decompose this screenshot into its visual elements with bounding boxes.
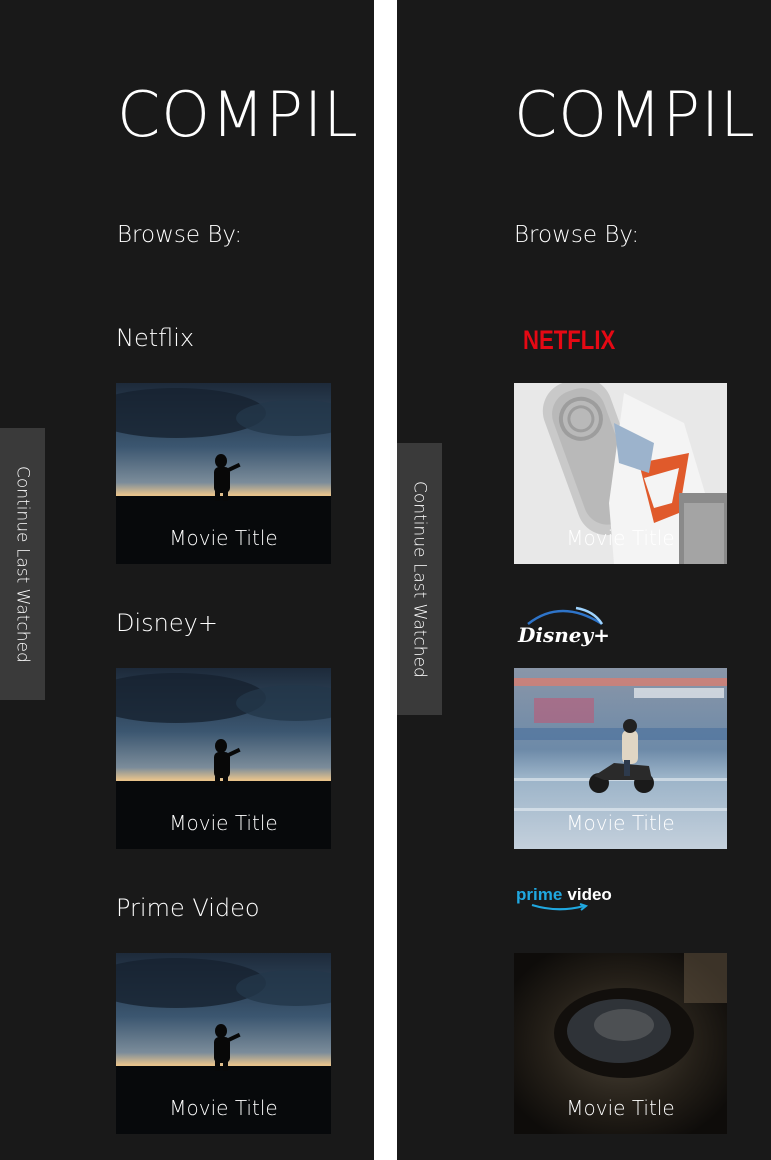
movie-tile-prime-video[interactable]: Movie Title: [514, 953, 727, 1134]
movie-tile-netflix[interactable]: Movie Title: [514, 383, 727, 564]
continue-last-watched-label: Continue Last Watched: [12, 465, 33, 663]
movie-title: Movie Title: [169, 1096, 278, 1120]
continue-last-watched-tab[interactable]: Continue Last Watched: [0, 428, 45, 700]
app-title: COMPIL: [117, 78, 359, 151]
browse-by-label: Browse By:: [117, 222, 243, 248]
movie-tile-disney[interactable]: Movie Title: [116, 668, 331, 849]
movie-tile-disney[interactable]: Movie Title: [514, 668, 727, 849]
movie-title: Movie Title: [566, 526, 675, 550]
left-panel: COMPIL Browse By: Continue Last Watched …: [0, 0, 374, 1160]
movie-title: Movie Title: [566, 1096, 675, 1120]
movie-title: Movie Title: [566, 811, 675, 835]
section-label-disney: Disney+: [116, 609, 218, 637]
section-label-netflix: Netflix: [116, 324, 195, 352]
netflix-logo[interactable]: NETFLIX: [523, 327, 615, 354]
svg-text:Disney+: Disney+: [517, 623, 608, 647]
movie-tile-netflix[interactable]: Movie Title: [116, 383, 331, 564]
movie-title: Movie Title: [169, 526, 278, 550]
movie-tile-prime-video[interactable]: Movie Title: [116, 953, 331, 1134]
app-title: COMPIL: [514, 78, 756, 151]
continue-last-watched-label: Continue Last Watched: [409, 480, 430, 678]
movie-title: Movie Title: [169, 811, 278, 835]
section-label-prime-video: Prime Video: [116, 894, 260, 922]
browse-by-label: Browse By:: [514, 222, 640, 248]
disney-plus-logo[interactable]: Disney+: [516, 602, 610, 658]
continue-last-watched-tab[interactable]: Continue Last Watched: [397, 443, 442, 715]
right-panel: COMPIL Browse By: Continue Last Watched …: [397, 0, 771, 1160]
prime-video-logo[interactable]: prime video: [516, 886, 612, 913]
